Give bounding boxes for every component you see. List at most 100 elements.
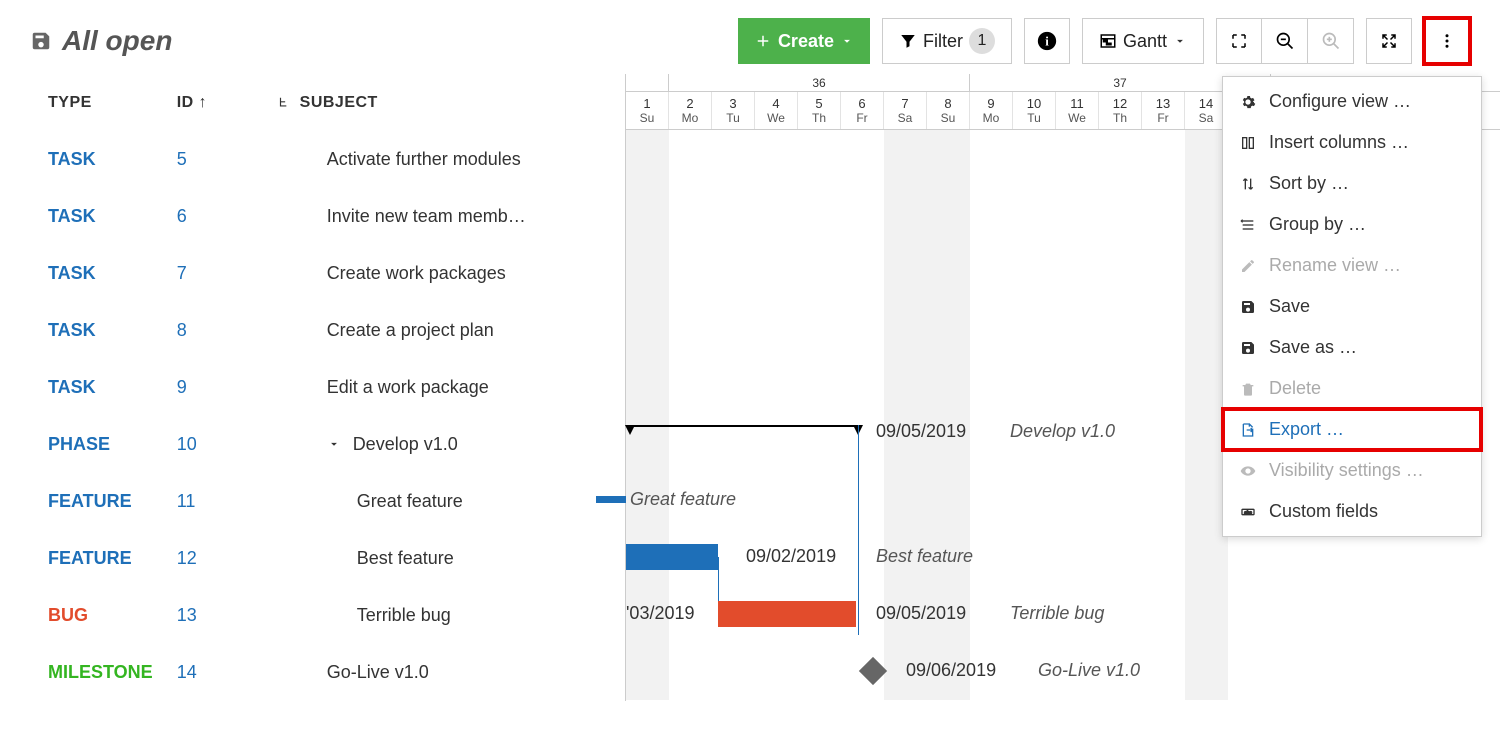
- column-header-id[interactable]: ID ↑: [165, 74, 265, 131]
- zoom-fit-button[interactable]: [1216, 18, 1262, 64]
- filter-label: Filter: [923, 31, 963, 52]
- table-row[interactable]: FEATURE 12 Best feature: [0, 530, 625, 587]
- filter-button[interactable]: Filter 1: [882, 18, 1012, 64]
- trash-icon: [1239, 381, 1257, 397]
- work-package-type[interactable]: TASK: [48, 149, 96, 169]
- table-row[interactable]: MILESTONE 14 Go-Live v1.0: [0, 644, 625, 701]
- table-row[interactable]: BUG 13 Terrible bug: [0, 587, 625, 644]
- work-package-subject[interactable]: Go-Live v1.0: [327, 662, 429, 683]
- dependency-line: [718, 557, 719, 601]
- table-row[interactable]: PHASE 10 Develop v1.0: [0, 416, 625, 473]
- work-package-id[interactable]: 7: [177, 263, 187, 283]
- fullscreen-icon: [1380, 32, 1398, 50]
- work-package-type[interactable]: MILESTONE: [48, 662, 153, 682]
- sort-asc-icon: ↑: [199, 94, 208, 111]
- gantt-day-header: 12Th: [1099, 92, 1142, 129]
- table-row[interactable]: TASK 5 Activate further modules: [0, 131, 625, 188]
- work-package-type[interactable]: TASK: [48, 377, 96, 397]
- work-package-id[interactable]: 9: [177, 377, 187, 397]
- gantt-bar-date-left: '03/2019: [626, 603, 695, 624]
- work-package-id[interactable]: 14: [177, 662, 197, 682]
- work-package-subject[interactable]: Edit a work package: [327, 377, 489, 398]
- zoom-in-button[interactable]: [1308, 18, 1354, 64]
- table-row[interactable]: TASK 7 Create work packages: [0, 245, 625, 302]
- gantt-row-milestone[interactable]: 09/06/2019 Go-Live v1.0: [626, 643, 1500, 700]
- gantt-bar[interactable]: [596, 496, 626, 503]
- svg-text:i: i: [1045, 35, 1049, 49]
- work-package-subject[interactable]: Activate further modules: [327, 149, 521, 170]
- gantt-phase-date: 09/05/2019: [876, 421, 966, 442]
- menu-custom-fields[interactable]: abc Custom fields: [1223, 491, 1481, 532]
- table-row[interactable]: TASK 6 Invite new team memb…: [0, 188, 625, 245]
- gantt-day-header: 10Tu: [1013, 92, 1056, 129]
- work-package-id[interactable]: 5: [177, 149, 187, 169]
- menu-save-as[interactable]: Save as …: [1223, 327, 1481, 368]
- gantt-bar[interactable]: [718, 601, 856, 627]
- view-mode-button[interactable]: Gantt: [1082, 18, 1204, 64]
- work-package-type[interactable]: TASK: [48, 320, 96, 340]
- gantt-week-partial: [626, 74, 669, 91]
- group-icon: [1239, 217, 1257, 233]
- work-package-type[interactable]: FEATURE: [48, 491, 132, 511]
- work-package-type[interactable]: BUG: [48, 605, 88, 625]
- work-package-type[interactable]: FEATURE: [48, 548, 132, 568]
- menu-rename-view: Rename view …: [1223, 245, 1481, 286]
- menu-group-by[interactable]: Group by …: [1223, 204, 1481, 245]
- table-row[interactable]: TASK 8 Create a project plan: [0, 302, 625, 359]
- work-package-subject[interactable]: Develop v1.0: [353, 434, 458, 455]
- gantt-phase-bar[interactable]: [626, 425, 858, 427]
- gantt-day-header: 6Fr: [841, 92, 884, 129]
- gantt-day-header: 13Fr: [1142, 92, 1185, 129]
- menu-sort-by[interactable]: Sort by …: [1223, 163, 1481, 204]
- chevron-down-icon[interactable]: [327, 437, 341, 451]
- work-package-id[interactable]: 6: [177, 206, 187, 226]
- table-row[interactable]: TASK 9 Edit a work package: [0, 359, 625, 416]
- column-header-type[interactable]: TYPE: [0, 74, 165, 131]
- work-package-id[interactable]: 8: [177, 320, 187, 340]
- gantt-day-header: 3Tu: [712, 92, 755, 129]
- work-package-type[interactable]: PHASE: [48, 434, 110, 454]
- gantt-row-feature[interactable]: 09/02/2019 Best feature: [626, 529, 1500, 586]
- table-row[interactable]: FEATURE 11 Great feature: [0, 473, 625, 530]
- zoom-out-button[interactable]: [1262, 18, 1308, 64]
- columns-icon: [1239, 135, 1257, 151]
- gantt-bar[interactable]: [626, 544, 718, 570]
- work-package-id[interactable]: 10: [177, 434, 197, 454]
- create-button[interactable]: Create: [738, 18, 870, 64]
- work-package-subject[interactable]: Create a project plan: [327, 320, 494, 341]
- menu-save[interactable]: Save: [1223, 286, 1481, 327]
- save-icon: [30, 30, 52, 52]
- column-header-subject[interactable]: SUBJECT: [265, 74, 625, 131]
- fullscreen-button[interactable]: [1366, 18, 1412, 64]
- export-icon: [1239, 422, 1257, 438]
- work-package-type[interactable]: TASK: [48, 263, 96, 283]
- work-package-id[interactable]: 11: [177, 491, 196, 511]
- gantt-day-header: 7Sa: [884, 92, 927, 129]
- gantt-bar-label: Best feature: [876, 546, 973, 567]
- zoom-in-icon: [1321, 31, 1341, 51]
- milestone-diamond-icon[interactable]: [859, 657, 887, 685]
- work-package-subject[interactable]: Best feature: [357, 548, 454, 569]
- menu-export[interactable]: Export …: [1223, 409, 1481, 450]
- work-package-subject[interactable]: Invite new team memb…: [327, 206, 526, 227]
- filter-count-badge: 1: [969, 28, 995, 54]
- info-button[interactable]: i: [1024, 18, 1070, 64]
- work-package-subject[interactable]: Great feature: [357, 491, 463, 512]
- gantt-day-header: 9Mo: [970, 92, 1013, 129]
- create-label: Create: [778, 31, 834, 52]
- plus-icon: [754, 32, 772, 50]
- more-menu-button[interactable]: [1424, 18, 1470, 64]
- menu-configure-view[interactable]: Configure view …: [1223, 81, 1481, 122]
- caret-down-icon: [1173, 34, 1187, 48]
- work-package-id[interactable]: 12: [177, 548, 197, 568]
- work-package-subject[interactable]: Terrible bug: [357, 605, 451, 626]
- menu-insert-columns[interactable]: Insert columns …: [1223, 122, 1481, 163]
- work-package-id[interactable]: 13: [177, 605, 197, 625]
- work-package-type[interactable]: TASK: [48, 206, 96, 226]
- gantt-row-bug[interactable]: '03/2019 09/05/2019 Terrible bug: [626, 586, 1500, 643]
- sort-icon: [1239, 176, 1257, 192]
- custom-fields-icon: abc: [1239, 504, 1257, 520]
- filter-icon: [899, 32, 917, 50]
- work-package-subject[interactable]: Create work packages: [327, 263, 506, 284]
- gantt-bar-date: 09/05/2019: [876, 603, 966, 624]
